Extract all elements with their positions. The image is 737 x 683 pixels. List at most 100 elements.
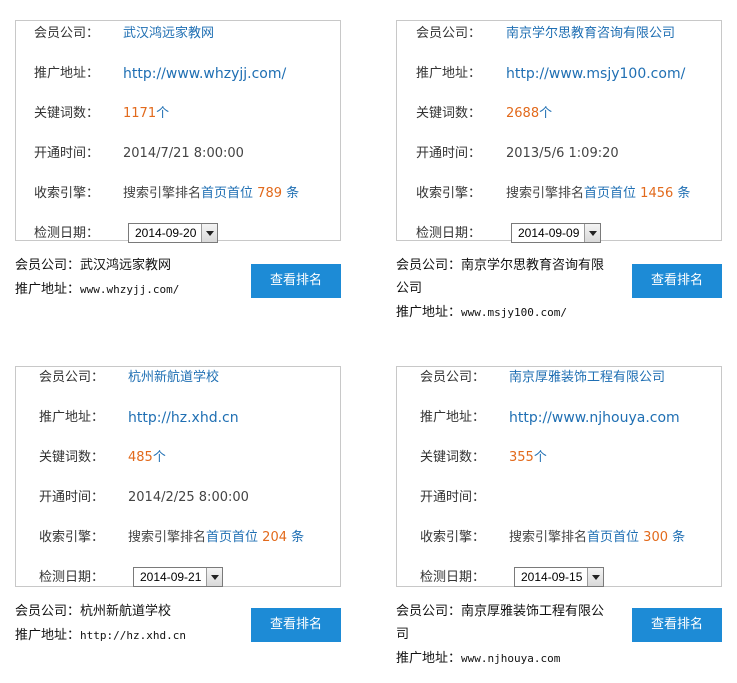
- footer-url[interactable]: www.whzyjj.com/: [80, 283, 179, 296]
- footer-company-label: 会员公司：: [396, 258, 462, 273]
- view-ranking-button[interactable]: 查看排名: [251, 264, 341, 298]
- check-date-label: 检测日期：: [416, 226, 482, 241]
- member-info-panel: 会员公司： 南京学尔思教育咨询有限公司 推广地址： http://www.msj…: [396, 20, 722, 243]
- member-card-1: 会员公司： 武汉鸿远家教网 推广地址： http://www.whzyjj.co…: [15, 20, 341, 298]
- company-label: 会员公司：: [34, 26, 100, 41]
- footer-company-wrap: 司: [396, 627, 410, 642]
- check-date-label: 检测日期：: [420, 570, 486, 585]
- member-card-2: 会员公司： 南京学尔思教育咨询有限公司 推广地址： http://www.msj…: [396, 20, 722, 320]
- dropdown-arrow-icon[interactable]: [584, 224, 600, 242]
- engine-label: 收索引擎：: [34, 186, 100, 201]
- engine-text: 搜索引擎排名: [128, 530, 207, 545]
- open-time-value: 2014/7/21 8:00:00: [123, 146, 244, 161]
- keywords-count: 485: [128, 450, 153, 465]
- url-label: 推广地址：: [34, 66, 100, 81]
- footer-url[interactable]: http://hz.xhd.cn: [80, 629, 186, 642]
- view-ranking-button[interactable]: 查看排名: [632, 264, 722, 298]
- open-time-value: 2013/5/6 1:09:20: [506, 146, 619, 161]
- engine-label: 收索引擎：: [416, 186, 482, 201]
- company-link[interactable]: 南京厚雅装饰工程有限公司: [509, 368, 665, 388]
- engine-unit: 条: [291, 530, 305, 545]
- check-date-label: 检测日期：: [34, 226, 100, 241]
- dropdown-arrow-icon[interactable]: [587, 568, 603, 586]
- keywords-unit: 个: [152, 450, 166, 465]
- engine-link[interactable]: 首页首位: [201, 186, 253, 201]
- keywords-label: 关键词数：: [39, 450, 105, 465]
- dropdown-arrow-icon[interactable]: [206, 568, 222, 586]
- company-link[interactable]: 杭州新航道学校: [128, 368, 219, 388]
- member-card-3: 会员公司： 杭州新航道学校 推广地址： http://hz.xhd.cn 关键词…: [15, 366, 341, 643]
- engine-count: 789: [257, 186, 282, 201]
- engine-text: 搜索引擎排名: [123, 186, 202, 201]
- url-link[interactable]: http://www.njhouya.com: [509, 408, 680, 428]
- footer-company-label: 会员公司：: [396, 604, 462, 619]
- open-time-label: 开通时间：: [416, 146, 482, 161]
- check-date-label: 检测日期：: [39, 570, 105, 585]
- url-link[interactable]: http://www.msjy100.com/: [506, 64, 685, 84]
- check-date-value: 2014-09-09: [518, 226, 580, 240]
- engine-unit: 条: [286, 186, 300, 201]
- footer-company-label: 会员公司：: [15, 604, 81, 619]
- engine-text: 搜索引擎排名: [506, 186, 585, 201]
- check-date-select[interactable]: 2014-09-09: [511, 223, 601, 243]
- engine-unit: 条: [672, 530, 686, 545]
- member-info-panel: 会员公司： 南京厚雅装饰工程有限公司 推广地址： http://www.njho…: [396, 366, 722, 587]
- company-label: 会员公司：: [416, 26, 482, 41]
- footer-url[interactable]: www.njhouya.com: [461, 652, 560, 665]
- url-label: 推广地址：: [416, 66, 482, 81]
- engine-text: 搜索引擎排名: [509, 530, 588, 545]
- open-time-label: 开通时间：: [420, 490, 486, 505]
- engine-count: 300: [643, 530, 668, 545]
- view-ranking-button[interactable]: 查看排名: [251, 608, 341, 642]
- footer-url[interactable]: www.msjy100.com/: [461, 306, 567, 319]
- open-time-value: 2014/2/25 8:00:00: [128, 490, 249, 505]
- keywords-count: 2688: [506, 106, 540, 121]
- engine-link[interactable]: 首页首位: [206, 530, 258, 545]
- keywords-unit: 个: [539, 106, 553, 121]
- footer-company: 武汉鸿远家教网: [80, 258, 172, 273]
- url-link[interactable]: http://hz.xhd.cn: [128, 408, 239, 428]
- engine-link[interactable]: 首页首位: [587, 530, 639, 545]
- keywords-count: 1171: [123, 106, 157, 121]
- check-date-value: 2014-09-15: [521, 570, 583, 584]
- footer-url-label: 推广地址：: [396, 305, 462, 320]
- view-ranking-button[interactable]: 查看排名: [632, 608, 722, 642]
- keywords-unit: 个: [533, 450, 547, 465]
- member-card-4: 会员公司： 南京厚雅装饰工程有限公司 推广地址： http://www.njho…: [396, 366, 722, 666]
- check-date-select[interactable]: 2014-09-20: [128, 223, 218, 243]
- member-info-panel: 会员公司： 杭州新航道学校 推广地址： http://hz.xhd.cn 关键词…: [15, 366, 341, 587]
- company-link[interactable]: 南京学尔思教育咨询有限公司: [506, 24, 675, 44]
- footer-company: 杭州新航道学校: [80, 604, 172, 619]
- footer-company-label: 会员公司：: [15, 258, 81, 273]
- footer-url-label: 推广地址：: [396, 651, 462, 666]
- check-date-select[interactable]: 2014-09-21: [133, 567, 223, 587]
- check-date-value: 2014-09-21: [140, 570, 202, 584]
- check-date-select[interactable]: 2014-09-15: [514, 567, 604, 587]
- keywords-unit: 个: [156, 106, 170, 121]
- company-label: 会员公司：: [420, 370, 486, 385]
- engine-label: 收索引擎：: [420, 530, 486, 545]
- open-time-label: 开通时间：: [34, 146, 100, 161]
- open-time-label: 开通时间：: [39, 490, 105, 505]
- engine-count: 204: [262, 530, 287, 545]
- company-label: 会员公司：: [39, 370, 105, 385]
- url-label: 推广地址：: [39, 410, 105, 425]
- keywords-label: 关键词数：: [416, 106, 482, 121]
- company-link[interactable]: 武汉鸿远家教网: [123, 24, 214, 44]
- engine-label: 收索引擎：: [39, 530, 105, 545]
- url-label: 推广地址：: [420, 410, 486, 425]
- keywords-count: 355: [509, 450, 534, 465]
- keywords-label: 关键词数：: [420, 450, 486, 465]
- footer-url-label: 推广地址：: [15, 282, 81, 297]
- keywords-label: 关键词数：: [34, 106, 100, 121]
- url-link[interactable]: http://www.whzyjj.com/: [123, 64, 286, 84]
- check-date-value: 2014-09-20: [135, 226, 197, 240]
- dropdown-arrow-icon[interactable]: [201, 224, 217, 242]
- engine-link[interactable]: 首页首位: [584, 186, 636, 201]
- engine-count: 1456: [640, 186, 674, 201]
- footer-company-wrap: 公司: [396, 281, 423, 296]
- footer-company: 南京厚雅装饰工程有限公: [461, 604, 605, 619]
- footer-company: 南京学尔思教育咨询有限: [461, 258, 605, 273]
- footer-url-label: 推广地址：: [15, 628, 81, 643]
- engine-unit: 条: [677, 186, 691, 201]
